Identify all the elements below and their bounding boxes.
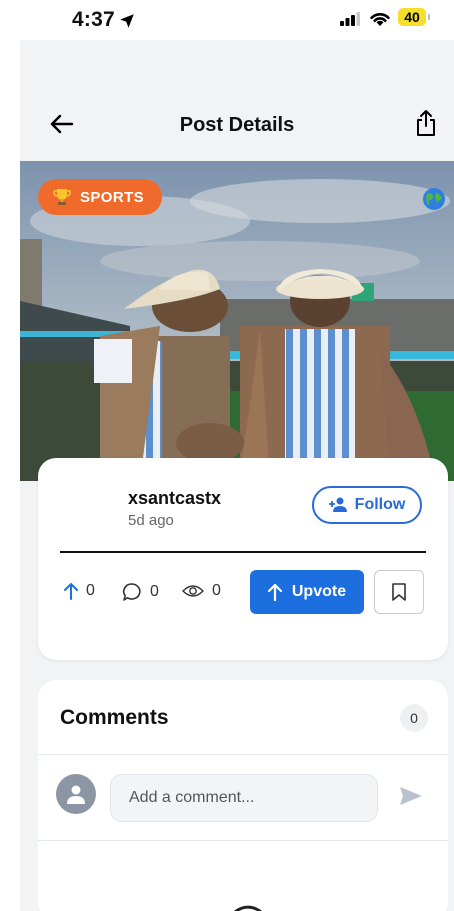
comment-input[interactable]	[110, 774, 378, 822]
user-icon	[67, 785, 85, 804]
avatar	[56, 774, 96, 814]
view-value: 0	[212, 582, 221, 599]
add-person-icon	[328, 497, 347, 512]
upvote-value: 0	[86, 582, 95, 599]
card-divider	[60, 551, 426, 553]
send-icon[interactable]	[398, 784, 424, 808]
upvote-count[interactable]: 0	[64, 582, 95, 600]
post-time: 5d ago	[128, 512, 174, 529]
post-image[interactable]: SPORTS	[20, 161, 454, 481]
share-icon[interactable]	[414, 108, 438, 138]
comment-icon	[122, 583, 141, 601]
follow-label: Follow	[354, 496, 406, 513]
eye-icon	[182, 585, 204, 597]
category-badge[interactable]: SPORTS	[38, 179, 163, 215]
upvote-label: Upvote	[291, 583, 347, 600]
app-frame: Post Details SPORTS xsantcastx 5d ago Fo…	[20, 40, 454, 911]
comment-value: 0	[150, 583, 159, 600]
comments-section: Comments 0	[38, 680, 448, 911]
post-info-card: xsantcastx 5d ago Follow 0 0 0 Upvote	[38, 458, 448, 660]
status-bar: 4:37 40	[0, 0, 454, 40]
signal-icon	[340, 12, 360, 26]
category-label: SPORTS	[80, 188, 145, 206]
bookmark-button[interactable]	[374, 570, 424, 614]
view-count: 0	[182, 582, 221, 600]
battery-indicator: 40	[398, 8, 426, 26]
loading-spinner-icon	[234, 905, 262, 911]
trophy-icon	[53, 189, 71, 205]
comments-title: Comments	[60, 706, 169, 729]
status-time: 4:37	[72, 8, 115, 31]
header: Post Details	[20, 40, 454, 160]
battery-tip	[428, 14, 430, 20]
comments-divider-2	[38, 840, 448, 841]
arrow-up-icon	[267, 583, 282, 601]
globe-icon	[423, 188, 445, 210]
comments-divider	[38, 754, 448, 755]
page-title: Post Details	[179, 114, 295, 136]
follow-button[interactable]: Follow	[312, 486, 422, 524]
arrow-up-icon	[64, 583, 78, 600]
username[interactable]: xsantcastx	[128, 488, 221, 509]
location-arrow-icon	[120, 14, 134, 28]
bookmark-icon	[392, 583, 406, 601]
upvote-button[interactable]: Upvote	[250, 570, 364, 614]
comments-count-badge: 0	[400, 704, 428, 732]
wifi-icon	[370, 13, 390, 26]
comment-count[interactable]: 0	[122, 582, 159, 602]
